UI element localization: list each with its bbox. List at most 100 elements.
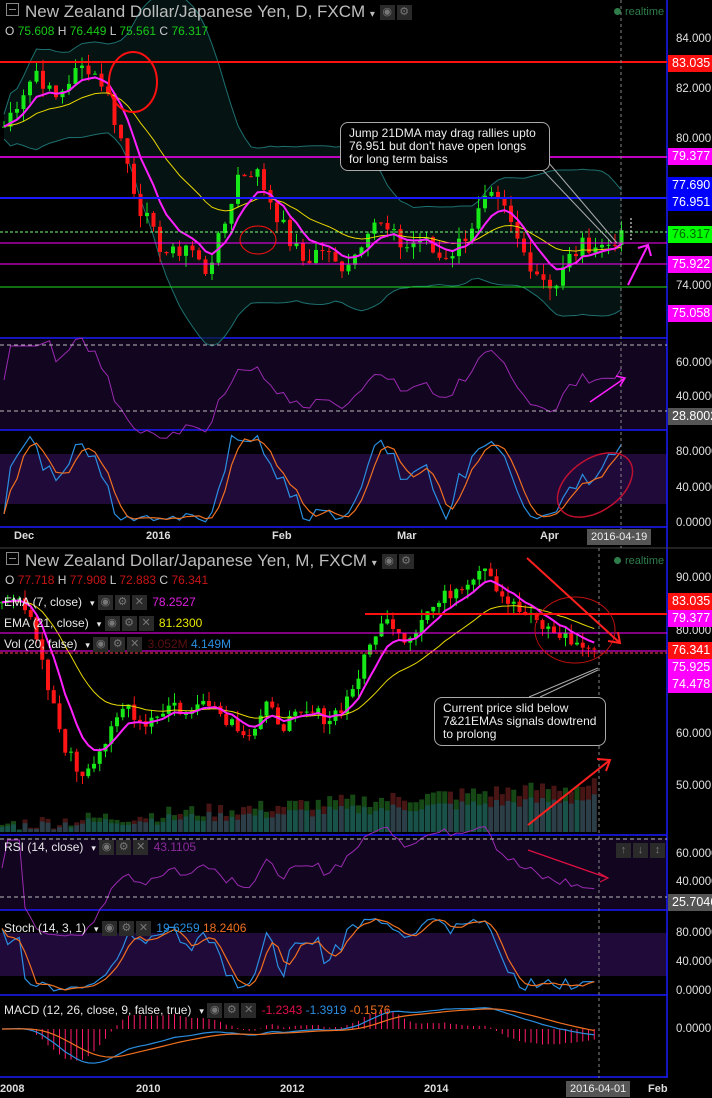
top-ohlc: O 75.608 H 76.449 L 75.561 C 76.317 — [5, 24, 208, 38]
indicator-value: 78.2527 — [152, 595, 196, 609]
indicator-label: Stoch (14, 3, 1) — [4, 921, 87, 935]
ema7-legend[interactable]: EMA (7, close) ▾ ◉ ⚙ ✕ 78.2527 — [4, 595, 196, 611]
candle-body — [463, 238, 468, 242]
axis-tick: 82.000 — [676, 83, 712, 95]
eye-icon[interactable]: ◉ — [101, 921, 117, 937]
close-icon[interactable]: ✕ — [127, 637, 143, 653]
candle-body — [327, 251, 331, 253]
gear-icon[interactable]: ⚙ — [396, 5, 412, 21]
axis-tick: 0.0000 — [676, 985, 712, 997]
candle-body — [275, 202, 279, 223]
volume-avg — [292, 810, 298, 832]
candle-body — [477, 570, 482, 580]
volume-avg — [419, 809, 425, 832]
bottom-chart-title[interactable]: New Zealand Dollar/Japanese Yen, M, FXCM… — [6, 551, 416, 571]
volume-avg — [91, 821, 97, 832]
eye-icon[interactable]: ◉ — [379, 5, 395, 21]
move-up-icon[interactable]: ↑ — [616, 843, 631, 859]
annotation-callout[interactable]: Current price slid below 7&21EMAs signal… — [434, 697, 606, 746]
close-icon[interactable]: ✕ — [138, 616, 154, 632]
price-tag: 75.058 — [668, 305, 712, 322]
move-down-icon[interactable]: ↓ — [633, 843, 648, 859]
volume-avg — [114, 823, 120, 832]
ema21-legend[interactable]: EMA (21, close) ▾ ◉ ⚙ ✕ 81.2300 — [4, 616, 202, 632]
indicator-label: Vol (20, false) — [4, 637, 78, 651]
axis-tick: 0.0000 — [676, 517, 712, 529]
eye-icon[interactable]: ◉ — [93, 637, 109, 653]
candle-body — [158, 226, 162, 252]
volume-avg — [28, 828, 34, 832]
volume-avg — [34, 828, 39, 832]
pane-controls: ↑ ↓ ↕ — [616, 842, 667, 860]
top-chart-title[interactable]: New Zealand Dollar/Japanese Yen, D, FXCM… — [6, 2, 414, 22]
volume-legend[interactable]: Vol (20, false) ▾ ◉ ⚙ ✕ 3.052M 4.149M — [4, 637, 231, 653]
candle-body — [120, 708, 125, 718]
stoch-legend[interactable]: Stoch (14, 3, 1) ▾ ◉ ⚙ ✕ 19.6259 18.2406 — [4, 921, 246, 937]
eye-icon[interactable]: ◉ — [99, 840, 115, 856]
eye-icon[interactable]: ◉ — [104, 616, 120, 632]
volume-avg — [448, 803, 453, 832]
bollinger-fill — [4, 0, 622, 346]
candle-body — [242, 174, 247, 177]
eye-icon[interactable]: ◉ — [97, 595, 113, 611]
close-icon[interactable]: ✕ — [241, 1003, 257, 1019]
volume-avg — [166, 814, 172, 832]
gear-icon[interactable]: ⚙ — [118, 921, 134, 937]
candle-body — [552, 626, 556, 633]
candle-body — [253, 728, 257, 736]
volume-avg — [580, 800, 586, 832]
volume-avg — [120, 825, 126, 832]
candle-body — [172, 702, 177, 706]
gear-icon[interactable]: ⚙ — [398, 554, 414, 570]
eye-icon[interactable]: ◉ — [207, 1003, 223, 1019]
close-icon[interactable]: ✕ — [135, 921, 151, 937]
candle-body — [320, 249, 325, 252]
gear-icon[interactable]: ⚙ — [114, 595, 130, 611]
rsi-pane — [0, 340, 667, 430]
axis-tick: 0.0000 — [676, 1023, 712, 1035]
close-icon[interactable]: ✕ — [133, 840, 149, 856]
eye-icon[interactable]: ◉ — [381, 554, 397, 570]
gear-icon[interactable]: ⚙ — [224, 1003, 240, 1019]
rsi-legend[interactable]: RSI (14, close) ▾ ◉ ⚙ ✕ 43.1105 — [4, 840, 196, 856]
x-label: Mar — [397, 530, 417, 542]
candle-body — [46, 659, 50, 691]
candle-body — [132, 163, 136, 194]
price-tag: 83.035 — [668, 55, 712, 72]
volume-avg — [275, 813, 281, 832]
volume-avg — [586, 799, 591, 832]
collapse-icon[interactable] — [6, 3, 19, 16]
candle-body — [379, 623, 384, 637]
candle-body — [63, 729, 68, 753]
annotation-callout[interactable]: Jump 21DMA may drag rallies upto 76.951 … — [340, 122, 550, 171]
trend-arrow — [627, 244, 649, 286]
current-price-tag: 76.317 — [668, 226, 712, 243]
gear-icon[interactable]: ⚙ — [121, 616, 137, 632]
candle-body — [476, 208, 481, 229]
volume-avg — [413, 811, 419, 832]
volume-avg — [333, 809, 338, 832]
candle-body — [392, 229, 396, 231]
volume-avg — [62, 822, 68, 832]
chevron-down-icon[interactable]: ▾ — [372, 558, 377, 569]
macd-legend[interactable]: MACD (12, 26, close, 9, false, true) ▾ ◉ ⚙… — [4, 1003, 390, 1019]
price-tag: 79.377 — [668, 148, 712, 165]
x-label: 2010 — [136, 1083, 161, 1095]
candle-body — [540, 620, 545, 629]
volume-avg — [591, 794, 597, 832]
gear-icon[interactable]: ⚙ — [110, 637, 126, 653]
axis-tick: 50.000 — [676, 780, 712, 792]
chevron-down-icon[interactable]: ▾ — [370, 9, 375, 20]
candle-body — [86, 65, 91, 75]
candle-body — [249, 176, 253, 178]
candle-body — [575, 642, 579, 645]
maximize-icon[interactable]: ↕ — [650, 843, 665, 859]
candle-body — [333, 251, 338, 262]
gear-icon[interactable]: ⚙ — [116, 840, 132, 856]
collapse-icon[interactable] — [6, 552, 19, 565]
candle-body — [592, 648, 597, 650]
axis-tick: 74.000 — [676, 280, 712, 292]
indicator-label: EMA (21, close) — [4, 616, 89, 630]
close-icon[interactable]: ✕ — [131, 595, 147, 611]
candle-body — [454, 589, 459, 599]
